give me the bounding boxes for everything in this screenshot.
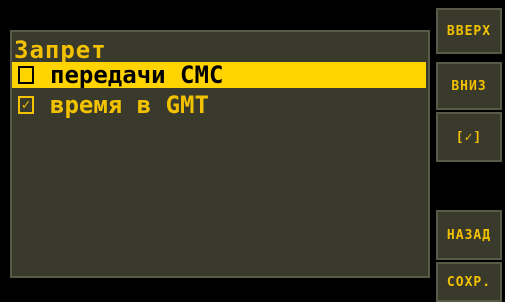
save-button[interactable]: СОХР. [436, 262, 502, 302]
checkbox-checked-icon[interactable]: ✓ [18, 96, 34, 114]
menu-item-label: передачи СМС [50, 61, 224, 89]
checkbox-icon[interactable] [18, 66, 34, 84]
back-button[interactable]: НАЗАД [436, 210, 502, 260]
menu-item-sms[interactable]: передачи СМС [12, 61, 426, 89]
menu-item-label: время в GMT [50, 91, 209, 119]
menu-item-gmt[interactable]: ✓ время в GMT [12, 91, 426, 119]
toggle-button[interactable]: [✓] [436, 112, 502, 162]
down-button[interactable]: ВНИЗ [436, 62, 502, 110]
up-button[interactable]: ВВЕРХ [436, 8, 502, 54]
menu-title: Запрет [14, 36, 107, 64]
